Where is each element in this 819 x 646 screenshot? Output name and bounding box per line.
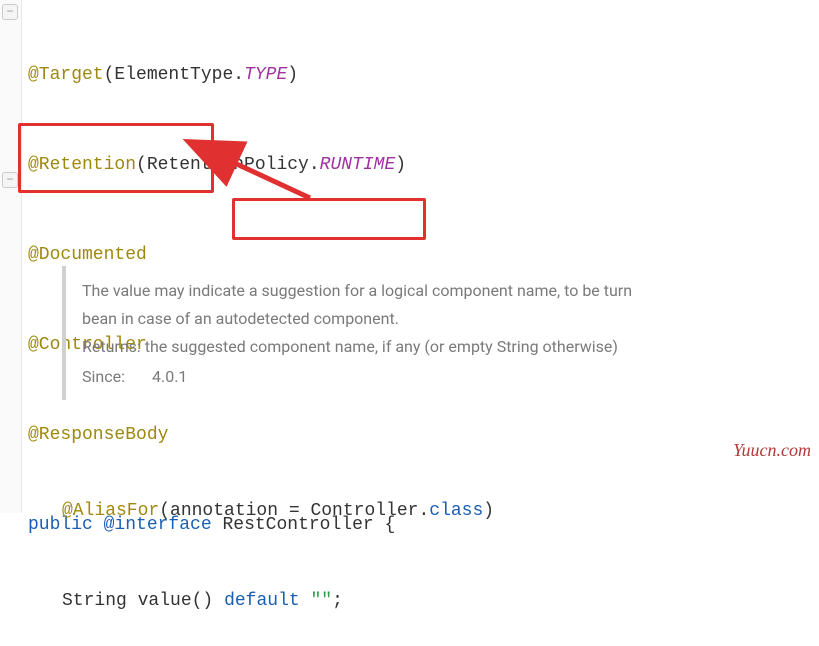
code-line: String value() default ""; — [62, 586, 494, 616]
code-post-doc: @AliasFor(annotation = Controller.class)… — [62, 436, 494, 646]
string-literal: "" — [311, 591, 333, 611]
annotation: @AliasFor — [62, 501, 159, 521]
code-line: @AliasFor(annotation = Controller.class) — [62, 496, 494, 526]
keyword-class: class — [429, 501, 483, 521]
annotation: @Documented — [28, 245, 147, 265]
fold-icon[interactable]: − — [2, 4, 18, 20]
doc-line: bean in case of an autodetected componen… — [82, 306, 786, 332]
keyword-default: default — [224, 591, 300, 611]
since-value: 4.0.1 — [152, 367, 187, 386]
type-name: String — [62, 591, 127, 611]
enum-constant: TYPE — [244, 65, 287, 85]
watermark: Yuucn.com — [733, 440, 811, 461]
fold-icon[interactable]: − — [2, 172, 18, 188]
doc-returns: Returns: the suggested component name, i… — [82, 334, 786, 360]
since-label: Since: — [82, 364, 152, 390]
code-line: @Retention(RetentionPolicy.RUNTIME) — [28, 150, 819, 180]
doc-since: Since:4.0.1 — [82, 364, 786, 390]
code-line: @Target(ElementType.TYPE) — [28, 60, 819, 90]
annotation: @Target — [28, 65, 104, 85]
annotation: @Retention — [28, 155, 136, 175]
method-name: value() — [138, 591, 214, 611]
enum-constant: RUNTIME — [320, 155, 396, 175]
doc-line: The value may indicate a suggestion for … — [82, 278, 786, 304]
editor-gutter: − − — [0, 0, 22, 513]
javadoc-block: The value may indicate a suggestion for … — [62, 266, 802, 400]
